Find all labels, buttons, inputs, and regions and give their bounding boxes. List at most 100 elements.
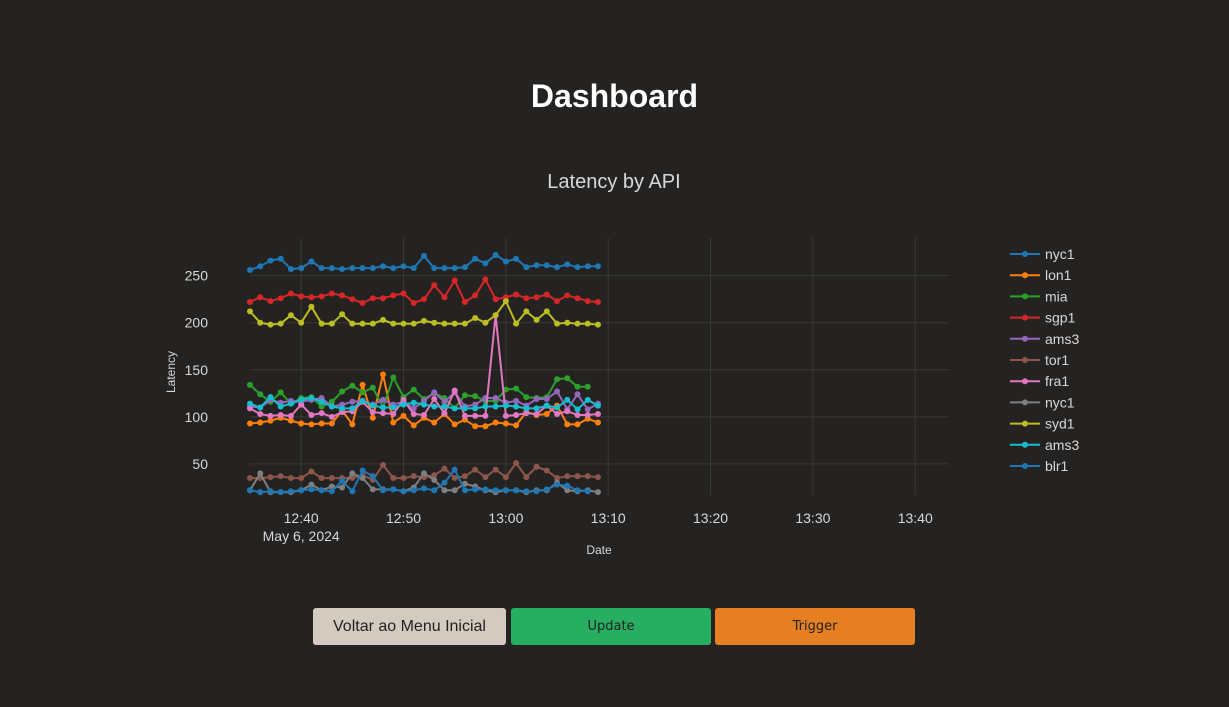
data-point[interactable] [461, 264, 468, 271]
data-point[interactable] [247, 420, 253, 427]
chart-series-layer[interactable] [247, 251, 601, 496]
data-point[interactable] [451, 320, 458, 327]
data-point[interactable] [554, 404, 561, 411]
data-point[interactable] [318, 420, 325, 427]
data-point[interactable] [574, 411, 581, 418]
data-point[interactable] [390, 404, 397, 411]
data-point[interactable] [277, 403, 284, 410]
data-point[interactable] [277, 489, 284, 496]
data-point[interactable] [277, 389, 284, 396]
data-point[interactable] [369, 473, 376, 480]
data-point[interactable] [328, 265, 335, 272]
trigger-button[interactable]: Trigger [715, 608, 915, 645]
data-point[interactable] [461, 412, 468, 419]
data-point[interactable] [523, 405, 530, 412]
data-point[interactable] [461, 405, 468, 412]
data-point[interactable] [523, 488, 530, 495]
data-point[interactable] [584, 406, 591, 413]
data-point[interactable] [420, 411, 427, 418]
data-point[interactable] [390, 374, 397, 381]
data-point[interactable] [390, 320, 397, 327]
data-point[interactable] [513, 403, 520, 410]
data-point[interactable] [390, 419, 397, 426]
data-point[interactable] [339, 311, 346, 318]
data-point[interactable] [328, 413, 335, 420]
data-point[interactable] [318, 410, 325, 417]
data-point[interactable] [380, 461, 387, 468]
data-point[interactable] [287, 290, 294, 297]
legend-item-tor1[interactable]: tor1 [1010, 352, 1069, 368]
data-point[interactable] [349, 470, 356, 477]
data-point[interactable] [472, 466, 479, 473]
data-point[interactable] [339, 477, 346, 484]
data-point[interactable] [400, 320, 407, 327]
data-point[interactable] [267, 474, 274, 481]
data-point[interactable] [328, 290, 335, 297]
data-point[interactable] [400, 290, 407, 297]
data-point[interactable] [472, 486, 479, 493]
data-point[interactable] [451, 466, 458, 473]
data-point[interactable] [574, 487, 581, 494]
data-point[interactable] [247, 400, 253, 407]
data-point[interactable] [564, 421, 571, 428]
data-point[interactable] [533, 411, 540, 418]
data-point[interactable] [564, 482, 571, 489]
data-point[interactable] [554, 264, 561, 271]
data-point[interactable] [533, 316, 540, 323]
legend-item-blr1[interactable]: blr1 [1010, 458, 1069, 474]
data-point[interactable] [533, 294, 540, 301]
data-point[interactable] [390, 292, 397, 299]
data-point[interactable] [390, 411, 397, 418]
data-point[interactable] [513, 487, 520, 494]
data-point[interactable] [349, 398, 356, 405]
data-point[interactable] [502, 298, 509, 305]
data-point[interactable] [369, 414, 376, 421]
legend-item-fra1[interactable]: fra1 [1010, 373, 1069, 389]
data-point[interactable] [482, 319, 489, 326]
data-point[interactable] [410, 422, 417, 429]
data-point[interactable] [564, 292, 571, 299]
data-point[interactable] [369, 320, 376, 327]
data-point[interactable] [349, 320, 356, 327]
data-point[interactable] [308, 411, 315, 418]
data-point[interactable] [247, 475, 253, 482]
data-point[interactable] [472, 393, 479, 400]
data-point[interactable] [369, 295, 376, 302]
data-point[interactable] [328, 475, 335, 482]
data-point[interactable] [349, 488, 356, 495]
data-point[interactable] [513, 397, 520, 404]
data-point[interactable] [441, 479, 448, 486]
data-point[interactable] [247, 267, 253, 274]
data-point[interactable] [584, 488, 591, 495]
data-point[interactable] [564, 319, 571, 326]
data-point[interactable] [308, 395, 315, 402]
data-point[interactable] [584, 396, 591, 403]
data-point[interactable] [369, 409, 376, 416]
data-point[interactable] [390, 475, 397, 482]
data-point[interactable] [410, 473, 417, 480]
data-point[interactable] [247, 381, 253, 388]
data-point[interactable] [594, 321, 601, 328]
data-point[interactable] [328, 488, 335, 495]
data-point[interactable] [472, 412, 479, 419]
data-point[interactable] [257, 489, 264, 496]
data-point[interactable] [298, 396, 305, 403]
data-point[interactable] [318, 487, 325, 494]
data-point[interactable] [482, 486, 489, 493]
data-point[interactable] [574, 391, 581, 398]
data-point[interactable] [369, 402, 376, 409]
data-point[interactable] [492, 312, 499, 319]
data-point[interactable] [451, 277, 458, 284]
data-point[interactable] [451, 387, 458, 394]
data-point[interactable] [441, 403, 448, 410]
data-point[interactable] [564, 261, 571, 268]
data-point[interactable] [390, 265, 397, 272]
data-point[interactable] [564, 408, 571, 415]
data-point[interactable] [257, 319, 264, 326]
data-point[interactable] [554, 320, 561, 327]
data-point[interactable] [349, 421, 356, 428]
data-point[interactable] [298, 475, 305, 482]
data-point[interactable] [339, 388, 346, 395]
legend-item-sgp1[interactable]: sgp1 [1010, 310, 1076, 326]
data-point[interactable] [543, 308, 550, 315]
